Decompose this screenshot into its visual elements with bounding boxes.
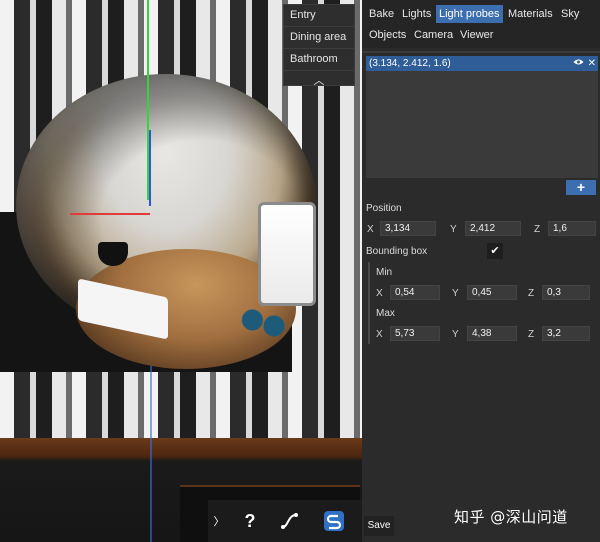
min-y-label: Y	[452, 288, 459, 299]
blue-axis-guide	[150, 360, 152, 542]
probe-coordinates-label: (3.134, 2.412, 1.6)	[369, 58, 451, 69]
position-y-field[interactable]	[465, 221, 521, 236]
position-z-label: Z	[534, 224, 541, 235]
nav-item-entry[interactable]: Entry	[284, 5, 354, 27]
nav-item-dining-area[interactable]: Dining area	[284, 27, 354, 49]
tab-divider	[362, 51, 600, 53]
camera-location-menu: Entry Dining area Bathroom ︿	[283, 4, 355, 87]
max-x-field[interactable]	[390, 326, 440, 341]
close-icon[interactable]: ✕	[588, 56, 596, 71]
viewport-toolbar: 〉 ?	[208, 500, 362, 542]
tab-materials[interactable]: Materials	[505, 5, 556, 23]
tab-lights[interactable]: Lights	[399, 5, 434, 23]
max-z-label: Z	[528, 329, 535, 340]
bounding-box-group-line	[368, 262, 370, 344]
light-probe-list: (3.134, 2.412, 1.6) ✕	[366, 56, 598, 178]
min-x-label: X	[376, 288, 383, 299]
min-z-label: Z	[528, 288, 535, 299]
max-label: Max	[376, 308, 395, 319]
curve-icon	[281, 513, 298, 529]
curve-button[interactable]	[270, 500, 310, 542]
gizmo-x-axis[interactable]	[70, 213, 150, 215]
min-label: Min	[376, 267, 393, 278]
collapse-menu-button[interactable]: ︿	[284, 71, 354, 87]
max-y-field[interactable]	[467, 326, 517, 341]
save-button[interactable]: Save	[364, 516, 394, 536]
expand-toolbar-button[interactable]: 〉	[208, 500, 230, 542]
3d-viewport[interactable]: Entry Dining area Bathroom ︿ 〉 ?	[0, 0, 362, 542]
properties-panel: Bake Lights Light probes Materials Sky O…	[362, 0, 600, 542]
bounding-box-checkbox[interactable]: ✔	[487, 243, 503, 259]
max-x-label: X	[376, 329, 383, 340]
position-x-field[interactable]	[380, 221, 436, 236]
position-label: Position	[366, 203, 402, 214]
tab-sky[interactable]: Sky	[558, 5, 582, 23]
eye-icon[interactable]	[573, 56, 584, 71]
tab-camera[interactable]: Camera	[411, 26, 456, 44]
reflected-chairs	[238, 304, 286, 344]
max-z-field[interactable]	[542, 326, 590, 341]
reflected-window	[258, 202, 316, 306]
tab-viewer[interactable]: Viewer	[457, 26, 496, 44]
min-x-field[interactable]	[390, 285, 440, 300]
bounding-box-label: Bounding box	[366, 246, 428, 257]
position-z-field[interactable]	[548, 221, 596, 236]
position-y-label: Y	[450, 224, 457, 235]
tab-objects[interactable]: Objects	[366, 26, 409, 44]
app-logo-button[interactable]	[310, 500, 358, 542]
min-z-field[interactable]	[542, 285, 590, 300]
tab-bake[interactable]: Bake	[366, 5, 397, 23]
logo-s-icon	[324, 511, 344, 531]
help-button[interactable]: ?	[230, 500, 270, 542]
position-x-label: X	[367, 224, 374, 235]
list-item[interactable]: (3.134, 2.412, 1.6) ✕	[366, 56, 598, 71]
light-probe-sphere[interactable]	[16, 74, 316, 369]
min-y-field[interactable]	[467, 285, 517, 300]
add-probe-button[interactable]: +	[566, 180, 596, 195]
max-y-label: Y	[452, 329, 459, 340]
watermark: 知乎 @深山问道	[454, 508, 568, 526]
nav-item-bathroom[interactable]: Bathroom	[284, 49, 354, 71]
gizmo-z-axis[interactable]	[149, 130, 151, 206]
tab-light-probes[interactable]: Light probes	[436, 5, 503, 23]
tab-bar: Bake Lights Light probes Materials Sky O…	[362, 0, 600, 48]
